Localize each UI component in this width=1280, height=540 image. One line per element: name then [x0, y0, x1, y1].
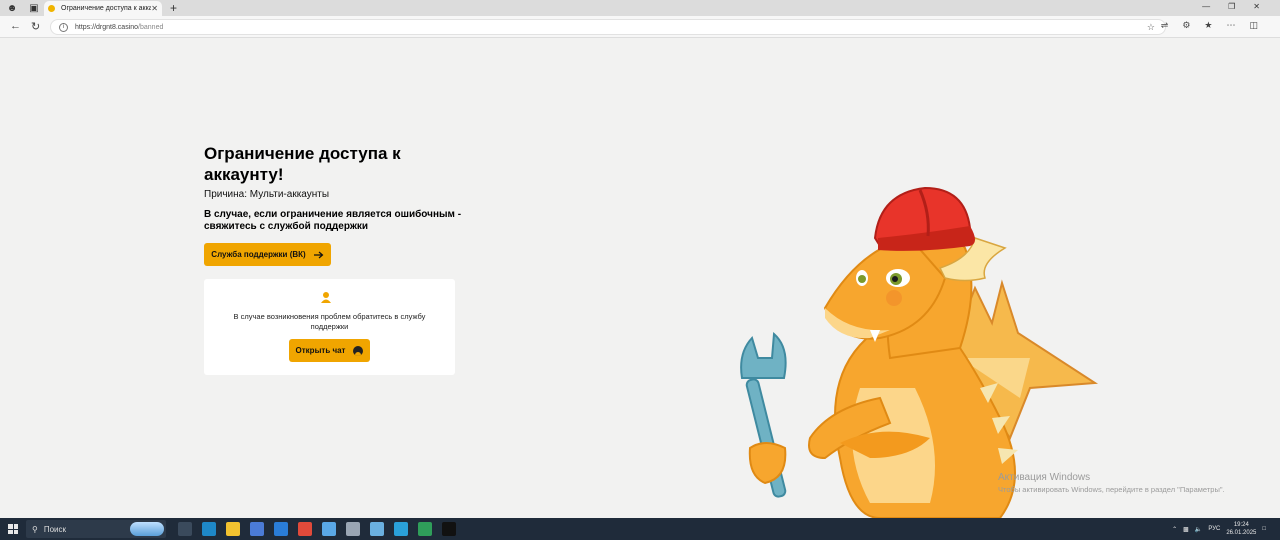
reload-icon[interactable]: ↻: [31, 20, 40, 33]
app-icon-2[interactable]: [370, 522, 384, 536]
app-icon-3[interactable]: [418, 522, 432, 536]
network-icon[interactable]: ▩: [1183, 526, 1189, 533]
volume-icon[interactable]: 🔈: [1195, 526, 1202, 533]
windows-activation-watermark: Активация Windows Чтобы активировать Win…: [998, 472, 1225, 494]
favorites-icon[interactable]: ★: [1204, 20, 1212, 31]
browser-tab-strip: ☻ ▣ Ограничение доступа к аккаунту! ✕ + …: [0, 0, 1280, 16]
edge-browser-icon[interactable]: [202, 522, 216, 536]
url-path: /banned: [138, 23, 164, 31]
arrow-right-icon: [313, 251, 324, 258]
profile-icon[interactable]: ☻: [6, 2, 18, 14]
app-icon[interactable]: [346, 522, 360, 536]
translate-icon[interactable]: ⇌: [1161, 20, 1169, 31]
error-notice: В случае, если ограничение является ошиб…: [204, 209, 462, 232]
task-view-icon[interactable]: [178, 522, 192, 536]
new-tab-button[interactable]: +: [170, 1, 177, 15]
support-card: В случае возникновения проблем обратитес…: [204, 279, 455, 375]
window-close-icon[interactable]: ✕: [1253, 2, 1260, 11]
browser-tab[interactable]: Ограничение доступа к аккаунту! ✕: [44, 1, 162, 16]
support-button-label: Служба поддержки (ВК): [211, 250, 306, 259]
ban-reason: Причина: Мульти-аккаунты: [204, 189, 330, 200]
notifications-icon[interactable]: □: [1262, 526, 1266, 532]
url-host: https://drgnt8.casino: [75, 23, 139, 31]
search-icon: ⚲: [32, 524, 38, 534]
tray-chevron-icon[interactable]: ⌃: [1172, 526, 1177, 533]
epic-games-icon[interactable]: [442, 522, 456, 536]
file-explorer-icon[interactable]: [226, 522, 240, 536]
support-vk-button[interactable]: Служба поддержки (ВК): [204, 243, 331, 266]
system-tray: ⌃ ▩ 🔈 РУС 19:24 26.01.2025 □: [1172, 521, 1266, 537]
tab-actions-icon[interactable]: ▣: [28, 2, 40, 14]
chat-button-label: Открыть чат: [295, 346, 346, 355]
address-bar-row: ← ↻ i https://drgnt8.casino/banned ☆ ⇌ ⚙…: [0, 16, 1280, 38]
store-icon[interactable]: [250, 522, 264, 536]
tab-close-icon[interactable]: ✕: [151, 4, 158, 13]
support-agent-icon: [321, 292, 331, 303]
extensions-icon[interactable]: ⚙: [1182, 20, 1190, 31]
clock[interactable]: 19:24 26.01.2025: [1226, 521, 1256, 537]
watermark-title: Активация Windows: [998, 472, 1091, 483]
chrome-icon[interactable]: [298, 522, 312, 536]
windows-start-icon[interactable]: [8, 524, 18, 534]
site-favicon-icon: [48, 5, 55, 12]
taskbar-search[interactable]: ⚲ Поиск: [26, 520, 166, 538]
open-chat-button[interactable]: Открыть чат: [289, 339, 370, 362]
page-content: Ограничение доступа к аккаунту! Причина:…: [0, 38, 1280, 518]
clock-date: 26.01.2025: [1226, 530, 1257, 536]
weather-widget-icon[interactable]: [130, 522, 164, 536]
site-info-icon[interactable]: i: [59, 22, 68, 32]
sidebar-toggle-icon[interactable]: ◫: [1249, 20, 1258, 31]
search-label: Поиск: [43, 524, 67, 534]
watermark-subtitle: Чтобы активировать Windows, перейдите в …: [998, 485, 1225, 494]
language-indicator[interactable]: РУС: [1208, 526, 1220, 532]
windows-taskbar: ⚲ Поиск ⌃ ▩ 🔈 РУС 19:24 26.01.2025 □: [0, 518, 1280, 540]
page-title: Ограничение доступа к аккаунту!: [204, 144, 401, 184]
address-bar[interactable]: i https://drgnt8.casino/banned ☆: [50, 19, 1166, 35]
dragon-mascot-illustration: [740, 186, 1099, 518]
more-menu-icon[interactable]: ⋯: [1226, 20, 1235, 31]
support-card-text: В случае возникновения проблем обратитес…: [233, 312, 426, 331]
notes-icon[interactable]: [322, 522, 336, 536]
clock-time: 19:24: [1233, 522, 1249, 528]
tab-title: Ограничение доступа к аккаунту!: [61, 5, 151, 12]
favorite-star-icon[interactable]: ☆: [1147, 22, 1155, 33]
telegram-icon[interactable]: [394, 522, 408, 536]
back-icon[interactable]: ←: [10, 20, 21, 32]
user-chat-icon: [353, 345, 364, 356]
restore-icon[interactable]: ❐: [1228, 2, 1235, 11]
minimize-icon[interactable]: —: [1202, 2, 1210, 11]
mail-icon[interactable]: [274, 522, 288, 536]
